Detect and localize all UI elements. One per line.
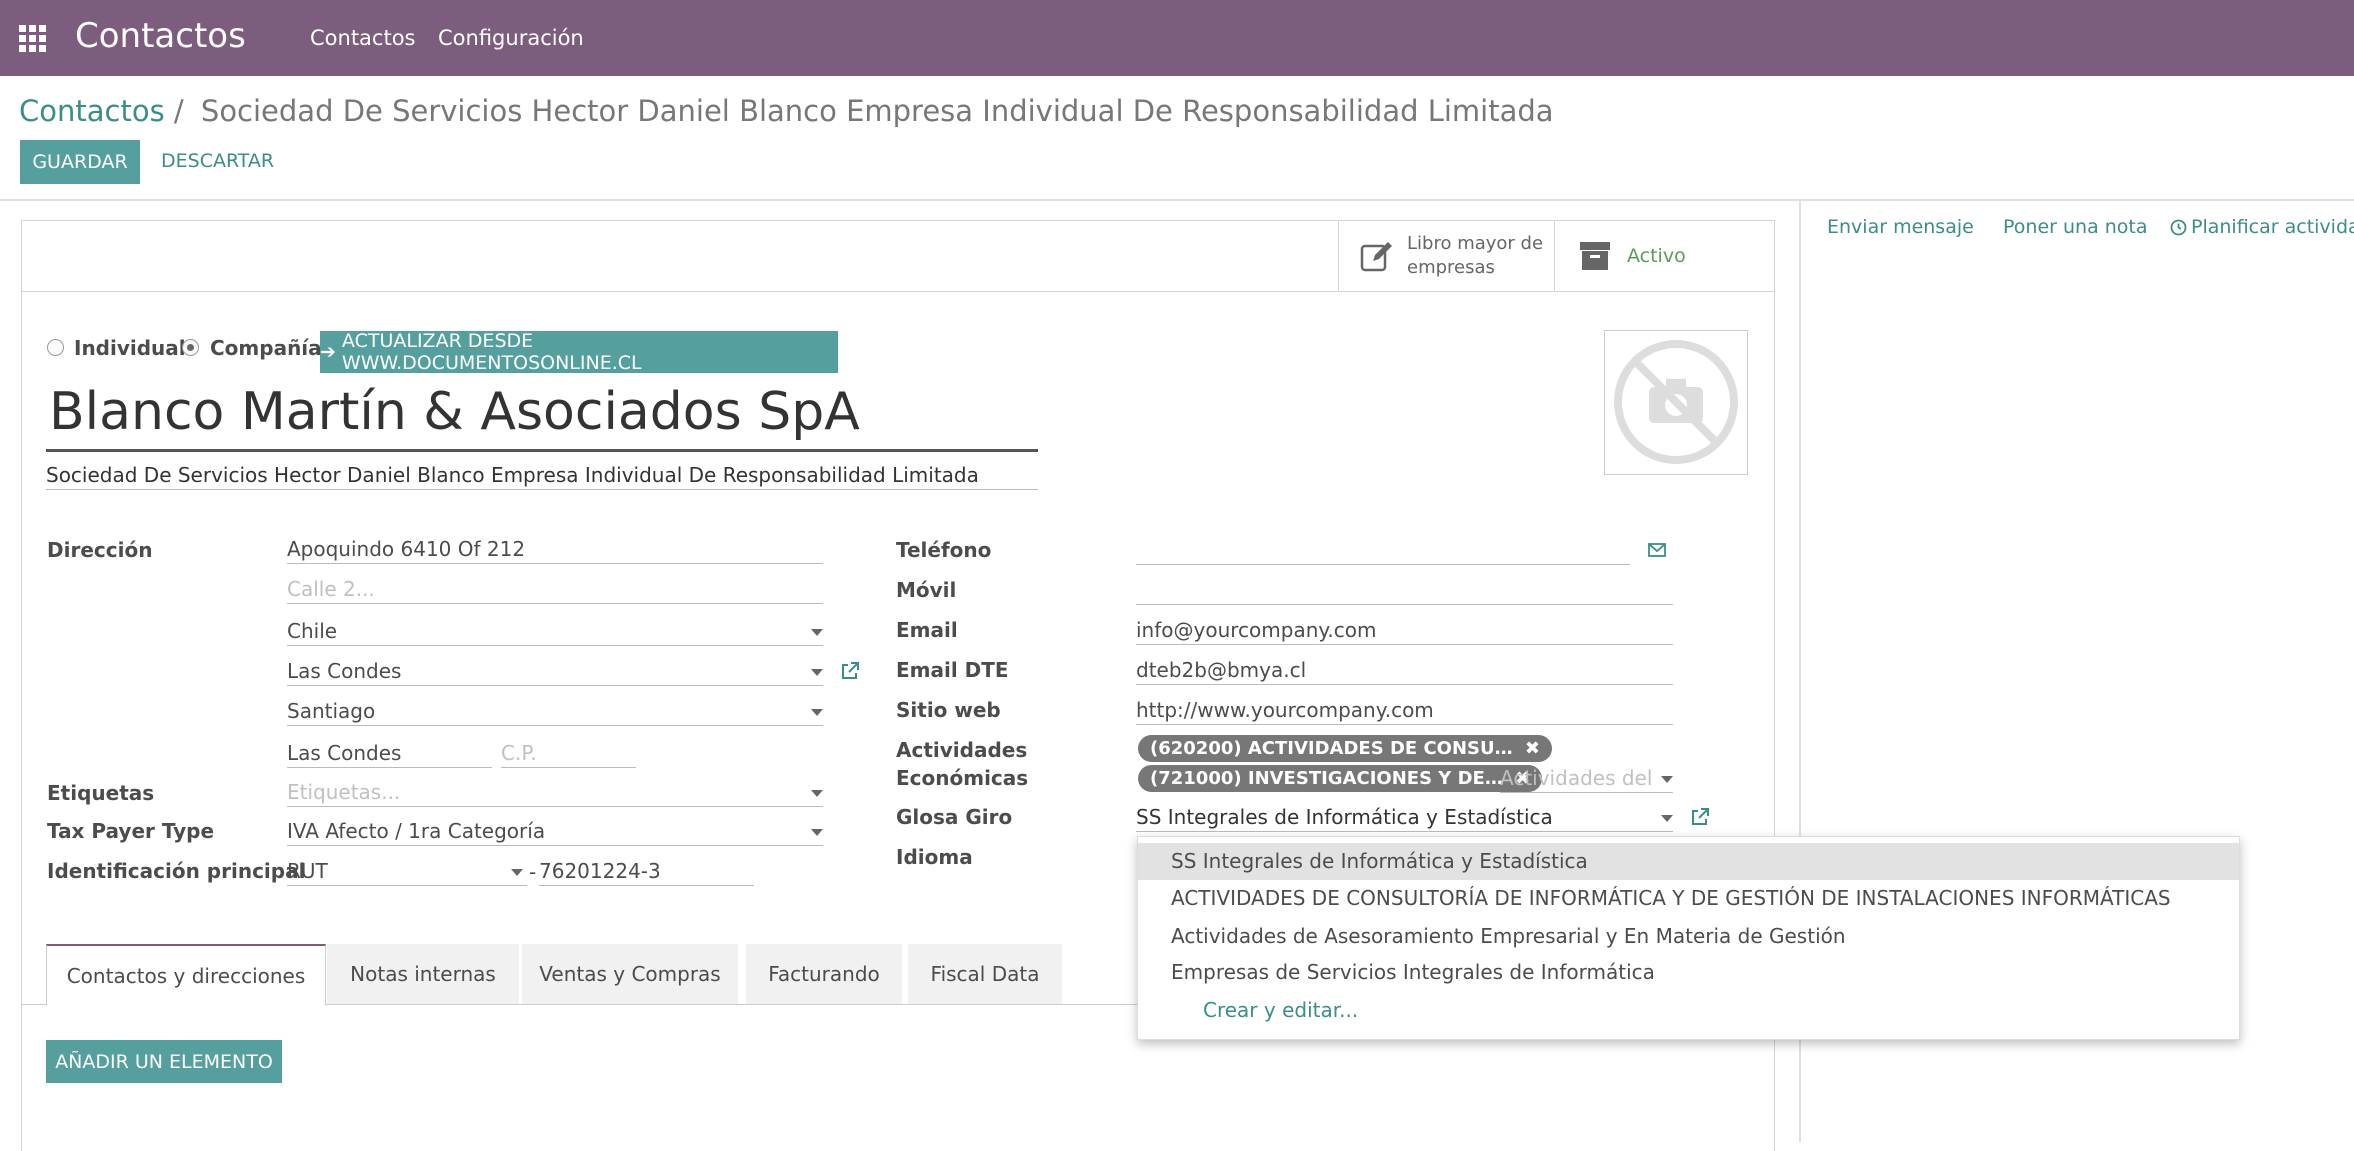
mobile-input[interactable] <box>1136 577 1673 605</box>
giro-select[interactable]: SS Integrales de Informática y Estadísti… <box>1136 804 1673 832</box>
company-radio[interactable] <box>182 339 199 356</box>
tab-sales-purchases[interactable]: Ventas y Compras <box>522 944 738 1004</box>
email-dte-label: Email DTE <box>896 658 1009 682</box>
giro-autocomplete-dropdown: SS Integrales de Informática y Estadísti… <box>1137 836 2240 1040</box>
city-input[interactable]: Las Condes <box>287 740 492 768</box>
street2-input[interactable]: Calle 2... <box>287 576 823 604</box>
chevron-down-icon <box>811 790 823 797</box>
email-dte-input[interactable]: dteb2b@bmya.cl <box>1136 657 1673 685</box>
chevron-down-icon <box>511 869 523 876</box>
activities-label-line1: Actividades <box>896 738 1028 762</box>
activity-tag[interactable]: (620200) ACTIVIDADES DE CONSU… ✖ <box>1138 735 1552 762</box>
schedule-activity-label: Planificar actividad <box>2191 216 2354 238</box>
activities-label-line2: Económicas <box>896 766 1029 790</box>
active-toggle-button[interactable]: Activo <box>1554 221 1775 291</box>
partner-name-input[interactable]: Blanco Martín & Asociados SpA <box>49 382 860 442</box>
activity-tag-label: (721000) INVESTIGACIONES Y DE… <box>1150 768 1503 789</box>
envelope-icon[interactable] <box>1648 543 1666 557</box>
clock-icon <box>2170 219 2187 235</box>
discard-button[interactable]: DESCARTAR <box>161 150 274 172</box>
id-type-select[interactable]: RUT <box>287 858 527 886</box>
individual-radio[interactable] <box>47 339 64 356</box>
id-number-input[interactable]: 76201224-3 <box>539 858 754 886</box>
tab-invoicing[interactable]: Facturando <box>746 944 902 1004</box>
add-item-button[interactable]: AÑADIR UN ELEMENTO <box>46 1040 282 1083</box>
id-dash: - <box>529 860 537 884</box>
dropdown-option[interactable]: SS Integrales de Informática y Estadísti… <box>1138 843 2239 880</box>
save-button[interactable]: GUARDAR <box>20 140 140 184</box>
apps-grid-icon[interactable] <box>18 24 48 54</box>
city-select[interactable]: Santiago <box>287 698 823 726</box>
activity-tag[interactable]: (721000) INVESTIGACIONES Y DE… ✖ <box>1138 765 1543 792</box>
country-select[interactable]: Chile <box>287 618 823 646</box>
company-label: Compañía <box>210 336 322 360</box>
tab-contacts-addresses[interactable]: Contactos y direcciones <box>46 944 326 1006</box>
chevron-down-icon <box>811 669 823 676</box>
activity-tag-label: (620200) ACTIVIDADES DE CONSU… <box>1150 738 1513 759</box>
button-box: Libro mayor de empresas Activo <box>22 221 1774 292</box>
chevron-down-icon <box>1661 815 1673 822</box>
app-title: Contactos <box>75 16 246 56</box>
send-message-button[interactable]: Enviar mensaje <box>1827 216 1974 238</box>
menu-contactos[interactable]: Contactos <box>310 26 416 50</box>
external-link-icon[interactable] <box>840 661 860 681</box>
archive-icon <box>1580 242 1610 270</box>
create-and-edit-option[interactable]: Crear y editar... <box>1138 992 2239 1029</box>
control-panel-divider <box>0 199 2354 201</box>
street-input[interactable]: Apoquindo 6410 Of 212 <box>287 536 823 564</box>
log-note-button[interactable]: Poner una nota <box>2003 216 2148 238</box>
tags-input[interactable]: Etiquetas... <box>287 779 823 807</box>
avatar-placeholder[interactable] <box>1604 330 1748 475</box>
main-id-label: Identificación principal <box>47 859 306 883</box>
external-link-icon[interactable] <box>1690 807 1710 827</box>
individual-label: Individual <box>74 336 186 360</box>
breadcrumb-separator: / <box>173 94 184 128</box>
breadcrumb: Contactos / Sociedad De Servicios Hector… <box>19 94 1554 128</box>
chevron-down-icon <box>811 829 823 836</box>
ledger-label-line1: Libro mayor de <box>1407 233 1544 254</box>
chevron-down-icon <box>811 629 823 636</box>
phone-label: Teléfono <box>896 538 992 562</box>
breadcrumb-current: Sociedad De Servicios Hector Daniel Blan… <box>200 94 1554 128</box>
email-label: Email <box>896 618 958 642</box>
commune-select[interactable]: Las Condes <box>287 658 823 686</box>
arrow-right-icon: ➔ <box>320 341 336 363</box>
name-underline <box>46 449 1038 452</box>
phone-input[interactable] <box>1136 537 1630 565</box>
update-from-documentosonline-button[interactable]: ➔ ACTUALIZAR DESDE WWW.DOCUMENTOSONLINE.… <box>320 330 838 374</box>
dropdown-option[interactable]: Empresas de Servicios Integrales de Info… <box>1138 954 2239 991</box>
activities-input[interactable]: Actividades del <box>1500 765 1673 793</box>
address-label: Dirección <box>47 538 153 562</box>
website-input[interactable]: http://www.yourcompany.com <box>1136 697 1673 725</box>
mobile-label: Móvil <box>896 578 957 602</box>
tags-label: Etiquetas <box>47 781 155 805</box>
tab-internal-notes[interactable]: Notas internas <box>327 944 519 1004</box>
schedule-activity-button[interactable]: Planificar actividad <box>2170 216 2354 238</box>
chevron-down-icon <box>1661 776 1673 783</box>
website-label: Sitio web <box>896 698 1001 722</box>
zip-input[interactable]: C.P. <box>501 740 636 768</box>
tax-payer-type-label: Tax Payer Type <box>47 819 215 843</box>
tab-fiscal-data[interactable]: Fiscal Data <box>908 944 1062 1004</box>
language-label: Idioma <box>896 845 973 869</box>
ledger-stat-button[interactable]: Libro mayor de empresas <box>1338 221 1555 291</box>
edit-icon <box>1360 242 1392 272</box>
menu-configuracion[interactable]: Configuración <box>438 26 584 50</box>
top-navbar: Contactos Contactos Configuración <box>0 0 2354 76</box>
no-camera-icon <box>1614 340 1738 464</box>
giro-label: Glosa Giro <box>896 805 1013 829</box>
email-input[interactable]: info@yourcompany.com <box>1136 617 1673 645</box>
dropdown-option[interactable]: Actividades de Asesoramiento Empresarial… <box>1138 918 2239 955</box>
legal-name-input[interactable]: Sociedad De Servicios Hector Daniel Blan… <box>46 462 1038 490</box>
tax-payer-type-select[interactable]: IVA Afecto / 1ra Categoría <box>287 818 823 846</box>
breadcrumb-parent-link[interactable]: Contactos <box>19 94 165 128</box>
close-icon[interactable]: ✖ <box>1525 738 1540 759</box>
update-button-label: ACTUALIZAR DESDE WWW.DOCUMENTOSONLINE.CL <box>341 330 642 374</box>
chevron-down-icon <box>811 709 823 716</box>
ledger-label-line2: empresas <box>1407 257 1495 278</box>
active-label: Activo <box>1627 245 1686 267</box>
dropdown-option[interactable]: ACTIVIDADES DE CONSULTORÍA DE INFORMÁTIC… <box>1138 880 2239 917</box>
